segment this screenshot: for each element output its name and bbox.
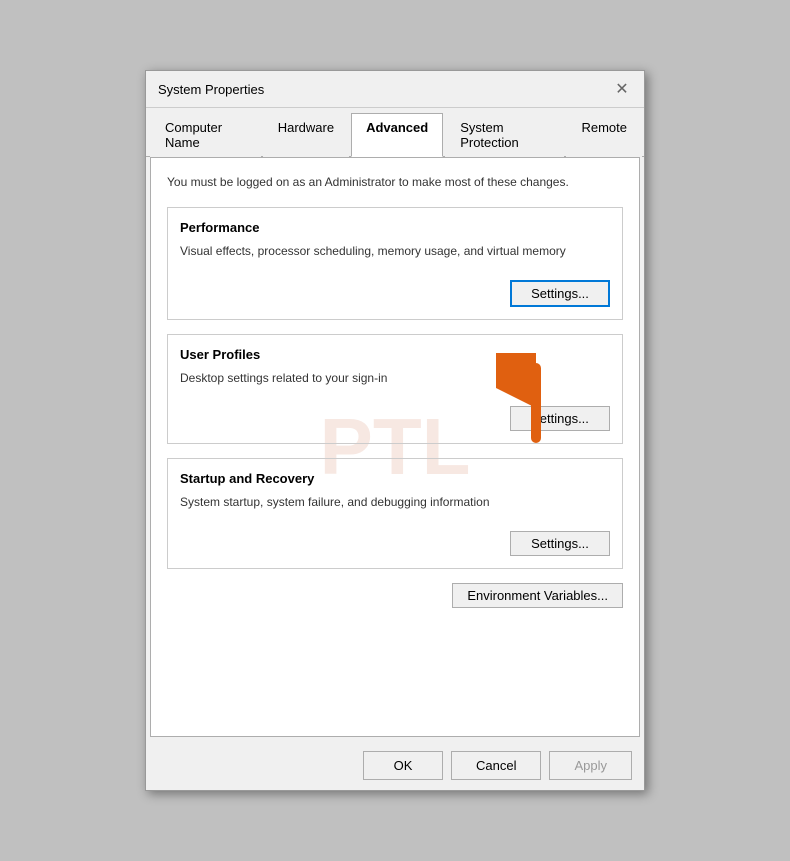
cancel-button[interactable]: Cancel (451, 751, 541, 780)
startup-recovery-settings-button[interactable]: Settings... (510, 531, 610, 556)
performance-settings-button[interactable]: Settings... (510, 280, 610, 307)
user-profiles-settings-button[interactable]: Settings... (510, 406, 610, 431)
tab-content: PTL You must be logged on as an Administ… (150, 157, 640, 737)
user-profiles-section: User Profiles Desktop settings related t… (167, 334, 623, 445)
startup-recovery-section: Startup and Recovery System startup, sys… (167, 458, 623, 569)
startup-recovery-title: Startup and Recovery (180, 471, 610, 486)
tab-hardware[interactable]: Hardware (263, 113, 349, 157)
performance-section: Performance Visual effects, processor sc… (167, 207, 623, 320)
environment-variables-button[interactable]: Environment Variables... (452, 583, 623, 608)
tab-computer-name[interactable]: Computer Name (150, 113, 261, 157)
performance-title: Performance (180, 220, 610, 235)
tab-remote[interactable]: Remote (566, 113, 642, 157)
title-bar: System Properties ✕ (146, 71, 644, 108)
admin-notice: You must be logged on as an Administrato… (167, 174, 623, 191)
tab-advanced[interactable]: Advanced (351, 113, 443, 157)
tab-bar: Computer Name Hardware Advanced System P… (146, 108, 644, 157)
tab-system-protection[interactable]: System Protection (445, 113, 564, 157)
performance-description: Visual effects, processor scheduling, me… (180, 243, 610, 260)
apply-button[interactable]: Apply (549, 751, 632, 780)
dialog-title: System Properties (158, 82, 264, 97)
close-button[interactable]: ✕ (612, 79, 632, 99)
ok-button[interactable]: OK (363, 751, 443, 780)
system-properties-dialog: System Properties ✕ Computer Name Hardwa… (145, 70, 645, 791)
footer-buttons: OK Cancel Apply (146, 741, 644, 790)
user-profiles-description: Desktop settings related to your sign-in (180, 370, 610, 387)
startup-recovery-description: System startup, system failure, and debu… (180, 494, 610, 511)
user-profiles-title: User Profiles (180, 347, 610, 362)
